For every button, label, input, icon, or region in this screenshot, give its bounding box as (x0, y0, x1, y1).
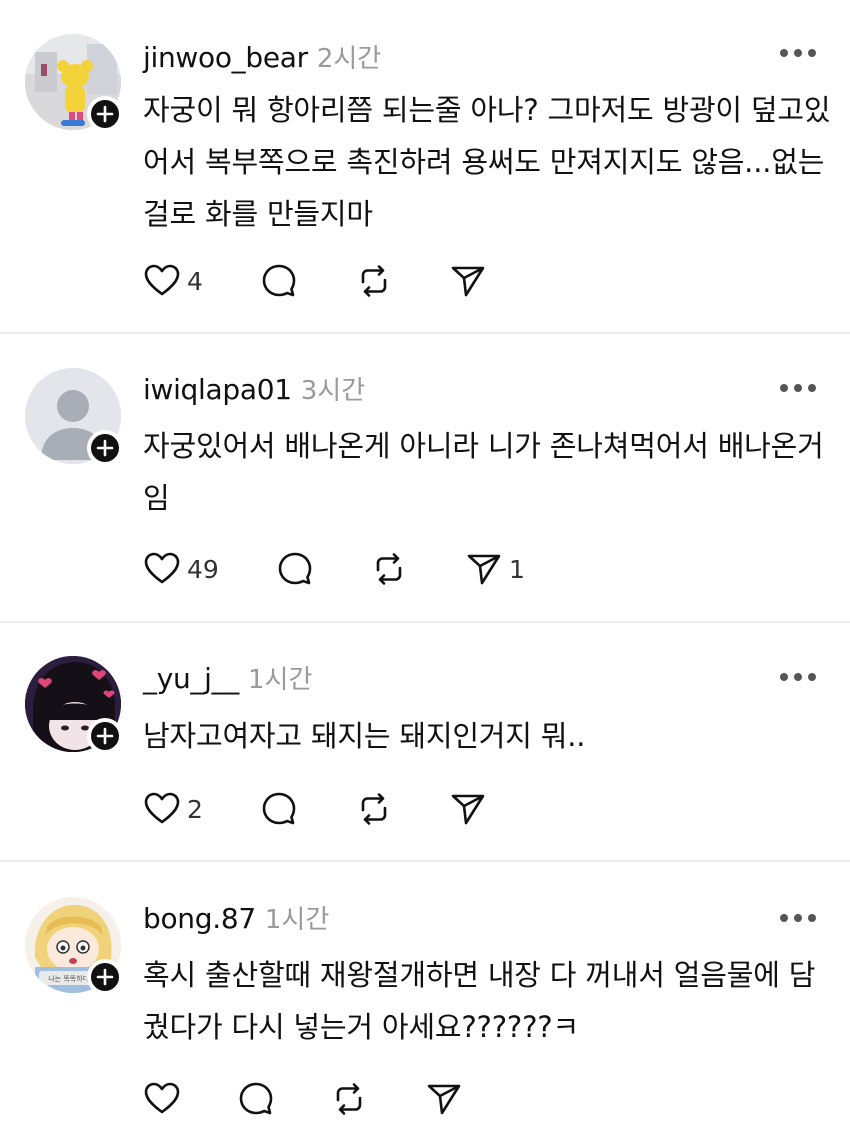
divider (0, 621, 850, 623)
heart-icon (144, 1082, 180, 1114)
repost-button[interactable] (330, 1079, 368, 1119)
share-button[interactable] (449, 789, 493, 829)
share-button[interactable]: 1 (465, 549, 525, 589)
heart-icon (144, 552, 180, 584)
comment-icon (262, 264, 296, 297)
timestamp: 3시간 (300, 376, 366, 406)
follow-plus-icon[interactable] (87, 430, 123, 466)
repost-button[interactable] (370, 549, 408, 589)
follow-plus-icon[interactable] (87, 96, 123, 132)
post-text: 자궁이 뭐 항아리쯤 되는줄 아나? 그마저도 방광이 덮고있어서 복부쪽으로 … (143, 93, 831, 231)
timestamp: 1시간 (248, 665, 313, 695)
send-icon (451, 794, 485, 825)
like-button[interactable]: 2 (143, 789, 203, 829)
more-options-icon[interactable] (780, 382, 816, 394)
post-text: 남자고여자고 돼지는 돼지인거지 뭐.. (143, 719, 586, 753)
send-icon (451, 266, 485, 297)
share-count: 1 (509, 554, 525, 584)
share-button[interactable] (449, 261, 493, 301)
repost-icon (361, 265, 387, 297)
timestamp: 2시간 (316, 44, 382, 74)
like-button[interactable] (143, 1079, 187, 1119)
post-header: jinwoo_bear 2시간 (143, 38, 381, 75)
post-header: _yu_j__ 1시간 (143, 659, 312, 696)
username[interactable]: bong.87 (143, 902, 256, 935)
reply-button[interactable] (260, 261, 298, 301)
divider (0, 332, 850, 334)
username[interactable]: _yu_j__ (143, 662, 239, 695)
send-icon (467, 554, 501, 585)
username[interactable]: iwiqlapa01 (143, 373, 292, 406)
post-text: 자궁있어서 배나온게 아니라 니가 존나쳐먹어서 배나온거임 (143, 429, 824, 515)
post-header: bong.87 1시간 (143, 899, 329, 936)
repost-button[interactable] (355, 261, 393, 301)
like-button[interactable]: 49 (143, 549, 219, 589)
more-options-icon[interactable] (780, 47, 816, 59)
heart-icon (144, 264, 180, 296)
divider (0, 860, 850, 862)
like-button[interactable]: 4 (143, 261, 203, 301)
like-count: 2 (187, 794, 203, 824)
comment-icon (278, 552, 312, 585)
repost-icon (336, 1083, 362, 1115)
avatar-wrap[interactable] (25, 368, 123, 466)
like-count: 4 (187, 266, 203, 296)
username[interactable]: jinwoo_bear (143, 41, 308, 74)
heart-icon (144, 792, 180, 824)
repost-icon (376, 553, 402, 585)
follow-plus-icon[interactable] (87, 959, 123, 995)
post-header: iwiqlapa01 3시간 (143, 370, 365, 407)
reply-button[interactable] (260, 789, 298, 829)
reply-button[interactable] (276, 549, 314, 589)
comment-icon (239, 1082, 273, 1115)
repost-button[interactable] (355, 789, 393, 829)
avatar-wrap[interactable]: 나는 똑똑하다 바 (25, 897, 123, 995)
follow-plus-icon[interactable] (87, 718, 123, 754)
repost-icon (361, 793, 387, 825)
timestamp: 1시간 (264, 905, 330, 935)
comment-icon (262, 792, 296, 825)
more-options-icon[interactable] (780, 671, 816, 683)
like-count: 49 (187, 554, 219, 584)
avatar-wrap[interactable] (25, 656, 123, 754)
post-text: 혹시 출산할때 재왕절개하면 내장 다 꺼내서 얼음물에 담궜다가 다시 넣는거… (143, 958, 816, 1044)
send-icon (427, 1084, 461, 1115)
avatar-wrap[interactable] (25, 34, 123, 132)
share-button[interactable] (425, 1079, 469, 1119)
reply-button[interactable] (237, 1079, 275, 1119)
more-options-icon[interactable] (780, 912, 816, 924)
